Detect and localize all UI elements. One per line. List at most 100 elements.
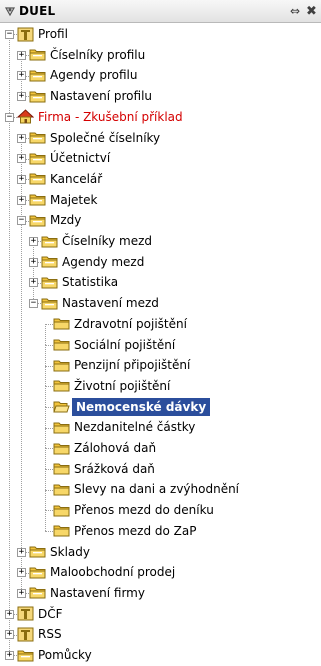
tree-item-maloobchodni-prodej[interactable]: Maloobchodní prodej [29, 562, 177, 582]
tree-item-prenos-mezd-do-deniku[interactable]: Přenos mezd do deníku [53, 500, 216, 520]
tree-connector-line [45, 386, 46, 407]
tree-connector-line [45, 469, 46, 490]
tree-item-statistika[interactable]: Statistika [41, 272, 120, 292]
tree-connector-line [45, 406, 53, 408]
folder-icon [41, 254, 58, 269]
tree-connector-line [45, 469, 53, 471]
tree-item-ciselniky-profilu[interactable]: Číselníky profilu [29, 45, 147, 65]
tree-item-label: Statistika [62, 275, 119, 290]
tree-connector-line [45, 365, 46, 387]
tree-item-zivotni-pojisteni[interactable]: Životní pojištění [53, 376, 172, 396]
expand-icon[interactable]: + [29, 237, 38, 246]
module-icon [17, 627, 34, 642]
folder-icon [29, 89, 46, 104]
folder-icon [29, 68, 46, 83]
tree-connector-line [45, 427, 53, 429]
tree-item-rss[interactable]: RSS [17, 624, 64, 644]
tree-item-label: Společné číselníky [50, 130, 161, 145]
panel-titlebar: DUEL ⇔ ✖ [0, 0, 321, 23]
expand-icon[interactable]: + [29, 278, 38, 288]
tree-item-nezdanitelne-castky[interactable]: Nezdanitelné částky [53, 417, 197, 437]
tree-item-agendy-mezd[interactable]: Agendy mezd [41, 252, 146, 272]
tree-item-slevy-na-dani-a-zvyhodneni[interactable]: Slevy na dani a zvýhodnění [53, 479, 241, 499]
collapse-icon[interactable]: − [29, 299, 38, 309]
folder-icon [17, 648, 34, 663]
tree-connector-line [45, 489, 46, 511]
tree-item-firma-zkusebni-priklad[interactable]: Firma - Zkušební příklad [16, 107, 185, 127]
expand-icon[interactable]: + [17, 547, 26, 557]
folder-icon [29, 544, 46, 559]
collapse-icon[interactable]: − [5, 30, 14, 39]
resize-icon[interactable]: ⇔ [290, 4, 300, 18]
tree-item-agendy-profilu[interactable]: Agendy profilu [29, 65, 139, 85]
tree-connector-line [45, 406, 46, 428]
tree-item-pomucky[interactable]: Pomůcky [17, 645, 94, 665]
collapse-icon[interactable]: − [5, 112, 14, 122]
tree-connector-line [45, 386, 53, 388]
tree-item-label: Profil [38, 27, 68, 41]
expand-icon[interactable]: + [5, 609, 14, 619]
tree-item-label: Slevy na dani a zvýhodnění [74, 482, 240, 497]
tree-item-mzdy[interactable]: Mzdy [29, 210, 83, 230]
tree-item-label: RSS [38, 627, 62, 642]
expand-icon[interactable]: + [5, 630, 14, 640]
tree-item-dcf[interactable]: DČF [17, 604, 65, 624]
tree-item-nastaveni-profilu[interactable]: Nastavení profilu [29, 86, 154, 106]
closed-folder-icon [53, 523, 70, 538]
tree-item-label: Srážková daň [74, 461, 155, 476]
tree-connector-line [45, 510, 53, 512]
home-icon [16, 109, 35, 124]
tree-item-zdravotni-pojisteni[interactable]: Zdravotní pojištění [53, 314, 189, 334]
tree-item-label: Číselníky profilu [50, 47, 146, 62]
tree-item-label: Agendy mezd [62, 254, 145, 269]
tree-item-kancelar[interactable]: Kancelář [29, 169, 104, 189]
closed-folder-icon [53, 316, 70, 331]
tree-item-label: Agendy profilu [50, 68, 138, 83]
expand-icon[interactable]: + [5, 651, 14, 660]
tree-item-srazkova-dan[interactable]: Srážková daň [53, 459, 157, 479]
tree-connector-line [45, 324, 53, 326]
tree-item-ciselniky-mezd[interactable]: Číselníky mezd [41, 231, 154, 251]
expand-icon[interactable]: + [17, 174, 26, 184]
expand-icon[interactable]: + [17, 50, 26, 60]
tree-connector-line [45, 427, 46, 449]
tree-connector-line [45, 448, 46, 470]
expand-icon[interactable]: + [17, 568, 26, 578]
tree-item-majetek[interactable]: Majetek [29, 190, 99, 210]
open-folder-icon [53, 399, 70, 414]
expand-icon[interactable]: + [17, 92, 26, 102]
closed-folder-icon [53, 461, 70, 476]
tree-connector-line [45, 344, 53, 346]
tree-item-socialni-pojisteni[interactable]: Sociální pojištění [53, 335, 177, 355]
expand-icon[interactable]: + [17, 195, 26, 205]
expand-icon[interactable]: + [17, 71, 26, 81]
tree-item-nastaveni-firmy[interactable]: Nastavení firmy [29, 583, 147, 603]
folder-icon [29, 565, 46, 580]
folder-icon [29, 585, 46, 600]
expand-icon[interactable]: + [17, 133, 26, 143]
tree-item-spolecne-ciselniky[interactable]: Společné číselníky [29, 128, 162, 148]
folder-icon [29, 213, 46, 228]
expand-icon[interactable]: + [17, 154, 26, 164]
tree-item-ucetnictvi[interactable]: Účetnictví [29, 148, 112, 168]
tree-connector-line [9, 117, 10, 614]
close-icon[interactable]: ✖ [306, 4, 317, 19]
tree-item-profil[interactable]: Profil [17, 24, 70, 44]
closed-folder-icon [53, 503, 70, 518]
folder-icon [29, 171, 46, 186]
folder-icon [29, 151, 46, 166]
closed-folder-icon [53, 420, 70, 435]
tree-item-penzijni-pripojisteni[interactable]: Penzijní připojištění [53, 355, 192, 375]
tree-item-label: Nemocenské dávky [72, 397, 211, 416]
expand-icon[interactable]: + [17, 588, 26, 598]
collapse-icon[interactable]: − [17, 216, 26, 226]
tree-item-nemocenske-davky[interactable]: Nemocenské dávky [53, 397, 211, 417]
tree-item-sklady[interactable]: Sklady [29, 542, 92, 562]
tree-item-zalohova-dan[interactable]: Zálohová daň [53, 438, 158, 458]
folder-icon [29, 47, 46, 62]
tree-item-prenos-mezd-do-zap[interactable]: Přenos mezd do ZaP [53, 521, 198, 541]
expand-icon[interactable]: + [29, 257, 38, 267]
tree-item-label: Firma - Zkušební příklad [38, 109, 183, 124]
tree-connector-line [45, 531, 53, 533]
tree-item-nastaveni-mezd[interactable]: Nastavení mezd [41, 293, 161, 313]
